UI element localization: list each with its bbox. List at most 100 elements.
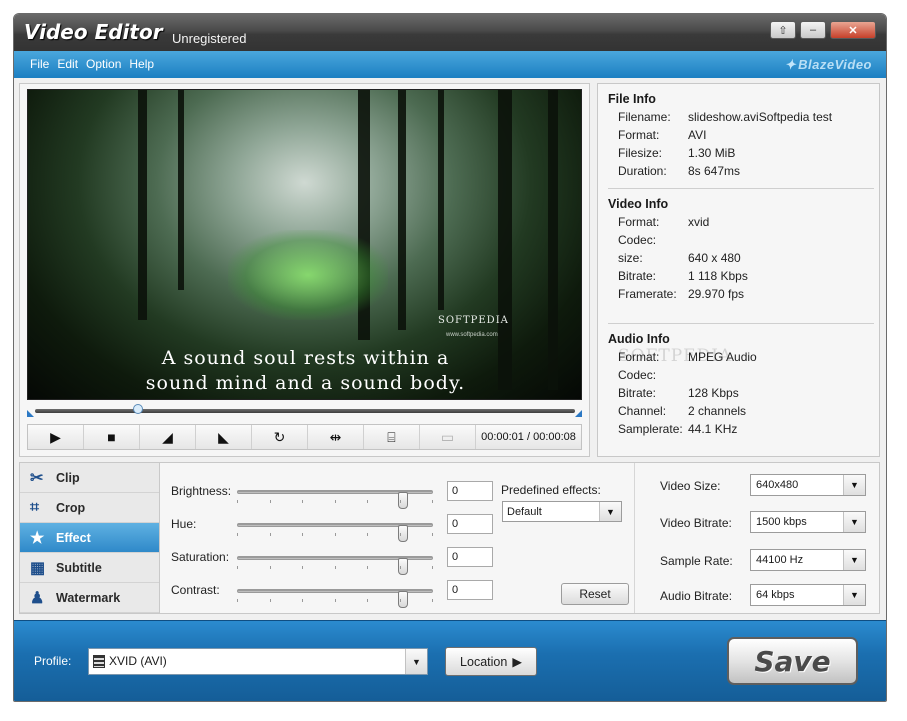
minimize-button[interactable]: – — [800, 21, 826, 39]
output-label: Sample Rate: — [660, 554, 733, 568]
play-arrow-icon: ▶ — [512, 655, 522, 669]
light-glow — [228, 230, 388, 320]
tab-clip[interactable]: ✂ Clip — [20, 463, 159, 493]
contrast-slider-row: Contrast: 0 — [171, 579, 501, 608]
save-button[interactable]: Save — [727, 637, 858, 685]
hue-slider[interactable] — [237, 523, 433, 542]
info-key: Format: — [618, 128, 660, 142]
star-icon: ★ — [30, 529, 45, 547]
info-value: 640 x 480 — [688, 251, 741, 265]
restore-button[interactable]: ⇧ — [770, 21, 796, 39]
brightness-slider-row: Brightness: 0 — [171, 480, 501, 509]
trim-start-marker[interactable] — [27, 410, 34, 417]
tab-crop[interactable]: ⌗ Crop — [20, 493, 159, 523]
output-label: Video Bitrate: — [660, 516, 732, 530]
slider-label: Contrast: — [171, 583, 220, 597]
info-key: Duration: — [618, 164, 667, 178]
location-button[interactable]: Location ▶ — [445, 647, 537, 676]
divider — [608, 188, 874, 189]
fullscreen-button[interactable]: ▭ — [420, 425, 476, 449]
info-value: 44.1 KHz — [688, 422, 738, 436]
menu-edit[interactable]: Edit — [57, 57, 78, 71]
video-size-select[interactable]: 640x480 ▼ — [750, 474, 866, 496]
location-label: Location — [460, 654, 508, 669]
info-key: Bitrate: — [618, 269, 657, 283]
slider-ticks — [237, 500, 433, 504]
stop-button[interactable]: ■ — [84, 425, 140, 449]
select-value: 1500 kbps — [756, 516, 807, 528]
menu-help[interactable]: Help — [129, 57, 154, 71]
info-key: size: — [618, 251, 643, 265]
subtitle-caption: A sound soul rests within a sound mind a… — [28, 346, 581, 396]
info-value: 8s 647ms — [688, 164, 741, 178]
seek-handle[interactable] — [132, 404, 143, 414]
main-content: SOFTPEDIA www.softpedia.com A sound soul… — [14, 78, 886, 620]
profile-select[interactable]: XVID (AVI) ▼ — [88, 648, 428, 675]
audio-bitrate-select[interactable]: 64 kbps ▼ — [750, 584, 866, 606]
app-window: Video Editor Unregistered ⇧ – ✕ File Edi… — [13, 13, 887, 702]
tree-silhouette — [548, 90, 558, 390]
flame-icon: ✦ — [784, 57, 797, 72]
audio-info-heading: Audio Info — [608, 332, 670, 346]
tree-silhouette — [138, 90, 147, 320]
seek-bar[interactable] — [27, 404, 582, 418]
app-title: Video Editor — [24, 20, 163, 44]
rotate-button[interactable]: ↻ — [252, 425, 308, 449]
caption-line-2: sound mind and a sound body. — [145, 372, 466, 394]
reset-button[interactable]: Reset — [561, 583, 629, 605]
brightness-value-field[interactable]: 0 — [447, 481, 493, 501]
chevron-down-icon[interactable]: ▼ — [843, 475, 865, 495]
saturation-slider[interactable] — [237, 556, 433, 575]
seek-track[interactable] — [35, 409, 575, 413]
contrast-slider[interactable] — [237, 589, 433, 608]
scissors-icon: ✂ — [30, 469, 44, 487]
predefined-effects-select[interactable]: Default ▼ — [502, 501, 622, 522]
info-key: Bitrate: — [618, 386, 657, 400]
trim-end-marker[interactable] — [575, 410, 582, 417]
output-settings: Video Size: 640x480 ▼ Video Bitrate: 1500… — [645, 463, 880, 613]
snapshot-button[interactable]: ⌸ — [364, 425, 420, 449]
sample-rate-select[interactable]: 44100 Hz ▼ — [750, 549, 866, 571]
chevron-down-icon[interactable]: ▼ — [843, 512, 865, 532]
mark-in-button[interactable]: ◢ — [140, 425, 196, 449]
timecode: 00:00:01 / 00:00:08 — [481, 431, 576, 443]
info-value: AVI — [688, 128, 707, 142]
flip-button[interactable]: ⇹ — [308, 425, 364, 449]
hue-value-field[interactable]: 0 — [447, 514, 493, 534]
sample-rate-row: Sample Rate: 44100 Hz ▼ — [660, 549, 870, 573]
window-controls: ⇧ – ✕ — [770, 21, 876, 39]
contrast-value-field[interactable]: 0 — [447, 580, 493, 600]
footer-bar: Profile: XVID (AVI) ▼ Location ▶ Save — [14, 620, 886, 701]
menu-option[interactable]: Option — [86, 57, 121, 71]
saturation-value-field[interactable]: 0 — [447, 547, 493, 567]
play-button[interactable]: ▶ — [28, 425, 84, 449]
chevron-down-icon[interactable]: ▼ — [843, 550, 865, 570]
effect-settings: Brightness: 0 Hue: 0 Saturation: 0 Contr… — [161, 463, 635, 613]
title-bar[interactable]: Video Editor Unregistered ⇧ – ✕ — [14, 14, 886, 51]
audio-bitrate-row: Audio Bitrate: 64 kbps ▼ — [660, 584, 870, 608]
tab-label: Watermark — [56, 590, 121, 605]
brightness-slider[interactable] — [237, 490, 433, 509]
mark-out-button[interactable]: ◣ — [196, 425, 252, 449]
tab-effect[interactable]: ★ Effect — [20, 523, 159, 553]
tab-watermark[interactable]: ♟ Watermark — [20, 583, 159, 613]
slider-label: Saturation: — [171, 550, 230, 564]
close-button[interactable]: ✕ — [830, 21, 876, 39]
slider-label: Brightness: — [171, 484, 232, 498]
tab-subtitle[interactable]: ▦ Subtitle — [20, 553, 159, 583]
tab-label: Effect — [56, 530, 91, 545]
saturation-slider-row: Saturation: 0 — [171, 546, 501, 575]
menu-file[interactable]: File — [30, 57, 49, 71]
select-value: 64 kbps — [756, 589, 795, 601]
video-bitrate-select[interactable]: 1500 kbps ▼ — [750, 511, 866, 533]
chevron-down-icon[interactable]: ▼ — [599, 502, 621, 521]
tab-label: Subtitle — [56, 560, 102, 575]
video-bitrate-row: Video Bitrate: 1500 kbps ▼ — [660, 511, 870, 535]
video-preview[interactable]: SOFTPEDIA www.softpedia.com A sound soul… — [27, 89, 582, 400]
edit-panel: ✂ Clip ⌗ Crop ★ Effect ▦ Subtitle ♟ Watermark… — [19, 462, 880, 614]
predefined-effects-value: Default — [507, 506, 542, 518]
chevron-down-icon[interactable]: ▼ — [405, 649, 427, 674]
output-label: Audio Bitrate: — [660, 589, 733, 603]
chevron-down-icon[interactable]: ▼ — [843, 585, 865, 605]
tab-label: Clip — [56, 470, 80, 485]
